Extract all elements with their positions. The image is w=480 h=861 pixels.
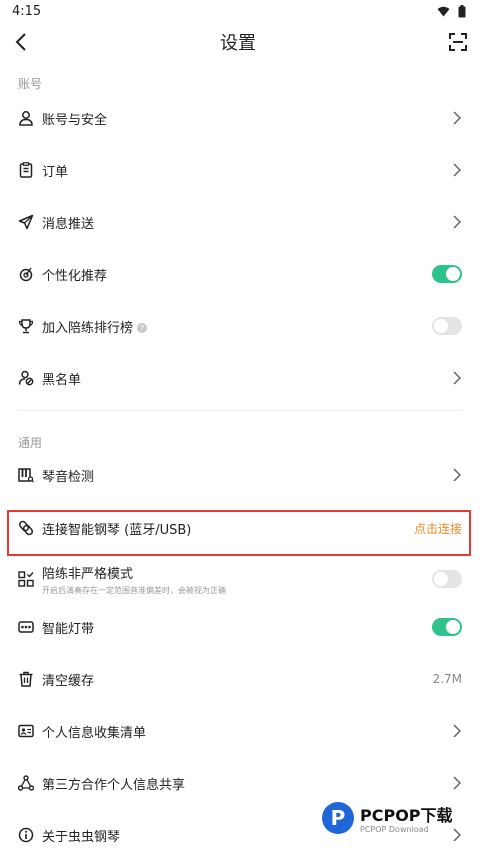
settings-item-ranking: 加入陪练排行榜? bbox=[0, 300, 480, 352]
chevron-right-icon bbox=[453, 163, 462, 177]
grid-check-icon bbox=[18, 571, 34, 587]
trash-icon bbox=[18, 671, 34, 687]
status-time: 4:15 bbox=[12, 3, 42, 19]
settings-item-personal-recommend: 个性化推荐 bbox=[0, 248, 480, 300]
settings-item-account-security[interactable]: 账号与安全 bbox=[0, 92, 480, 144]
page-title: 设置 bbox=[220, 33, 256, 54]
loose-mode-text: 陪练非严格模式 开启后演奏存在一定范围音准偏差时，会被视为正确 bbox=[42, 563, 432, 596]
item-label: 琴音检测 bbox=[42, 469, 95, 485]
settings-item-push[interactable]: 消息推送 bbox=[0, 196, 480, 248]
item-label: 个人信息收集清单 bbox=[42, 725, 147, 741]
target-icon bbox=[18, 266, 34, 282]
user-icon bbox=[18, 110, 34, 126]
settings-item-pitch-test[interactable]: 琴音检测 bbox=[0, 451, 480, 499]
scan-icon[interactable] bbox=[448, 32, 468, 52]
settings-item-loose-mode: 陪练非严格模式 开启后演奏存在一定范围音准偏差时，会被视为正确 bbox=[0, 557, 480, 601]
send-icon bbox=[18, 214, 34, 230]
section-title-account: 账号 bbox=[18, 77, 43, 91]
loose-mode-toggle[interactable] bbox=[432, 570, 462, 588]
help-icon[interactable]: ? bbox=[137, 323, 148, 333]
ranking-toggle[interactable] bbox=[432, 317, 462, 335]
connect-action-link[interactable]: 点击连接 bbox=[414, 520, 462, 537]
light-strip-icon bbox=[18, 619, 34, 635]
status-bar: 4:15 bbox=[0, 0, 480, 22]
item-label: 个性化推荐 bbox=[42, 268, 108, 284]
item-label: 智能灯带 bbox=[42, 621, 95, 637]
piano-keys-icon bbox=[18, 467, 34, 483]
item-label: 清空缓存 bbox=[42, 673, 95, 689]
light-strip-toggle[interactable] bbox=[432, 618, 462, 636]
status-icons bbox=[437, 4, 466, 18]
toggle-knob bbox=[446, 620, 460, 634]
user-block-icon bbox=[18, 370, 34, 386]
section-title-general: 通用 bbox=[18, 436, 43, 450]
toggle-knob bbox=[434, 319, 448, 333]
personal-recommend-toggle[interactable] bbox=[432, 265, 462, 283]
toggle-knob bbox=[434, 572, 448, 586]
header: 设置 bbox=[0, 22, 480, 62]
watermark-text-block: PCPOP下载 PCPOP Download bbox=[360, 802, 453, 834]
id-card-icon bbox=[18, 723, 34, 739]
settings-item-clear-cache[interactable]: 清空缓存 2.7M bbox=[0, 653, 480, 705]
item-label: 消息推送 bbox=[42, 216, 95, 232]
settings-item-orders[interactable]: 订单 bbox=[0, 144, 480, 196]
settings-item-info-collect[interactable]: 个人信息收集清单 bbox=[0, 705, 480, 757]
cache-size-value: 2.7M bbox=[432, 672, 462, 686]
settings-item-light-strip: 智能灯带 bbox=[0, 601, 480, 653]
chevron-right-icon bbox=[453, 215, 462, 229]
item-label: 连接智能钢琴 (蓝牙/USB) bbox=[42, 522, 192, 538]
item-label: 账号与安全 bbox=[42, 112, 108, 128]
watermark: P PCPOP下载 PCPOP Download bbox=[322, 802, 453, 834]
chevron-right-icon bbox=[453, 468, 462, 482]
chevron-right-icon bbox=[453, 111, 462, 125]
settings-item-connect-piano[interactable]: 连接智能钢琴 (蓝牙/USB) 点击连接 bbox=[0, 499, 480, 557]
item-label: 第三方合作个人信息共享 bbox=[42, 777, 186, 793]
watermark-logo: P bbox=[322, 802, 354, 834]
info-icon bbox=[18, 827, 34, 843]
settings-item-blacklist[interactable]: 黑名单 bbox=[0, 352, 480, 404]
chevron-right-icon bbox=[453, 724, 462, 738]
watermark-subtext: PCPOP Download bbox=[360, 825, 429, 834]
item-label: 订单 bbox=[42, 164, 69, 180]
item-label: 加入陪练排行榜? bbox=[42, 317, 432, 336]
ranking-label-text: 加入陪练排行榜 bbox=[42, 320, 134, 336]
toggle-knob bbox=[446, 267, 460, 281]
share-nodes-icon bbox=[18, 775, 34, 791]
back-icon[interactable] bbox=[14, 32, 28, 52]
trophy-icon bbox=[18, 318, 34, 334]
watermark-text: PCPOP下载 bbox=[360, 806, 453, 825]
chevron-right-icon bbox=[453, 776, 462, 790]
chevron-right-icon bbox=[453, 828, 462, 842]
item-label: 黑名单 bbox=[42, 372, 82, 388]
item-label: 陪练非严格模式 bbox=[42, 566, 134, 582]
clipboard-icon bbox=[18, 162, 34, 178]
battery-icon bbox=[458, 4, 466, 17]
item-description: 开启后演奏存在一定范围音准偏差时，会被视为正确 bbox=[42, 585, 226, 595]
link-icon bbox=[18, 520, 34, 536]
wifi-icon bbox=[437, 6, 450, 16]
chevron-right-icon bbox=[453, 371, 462, 385]
